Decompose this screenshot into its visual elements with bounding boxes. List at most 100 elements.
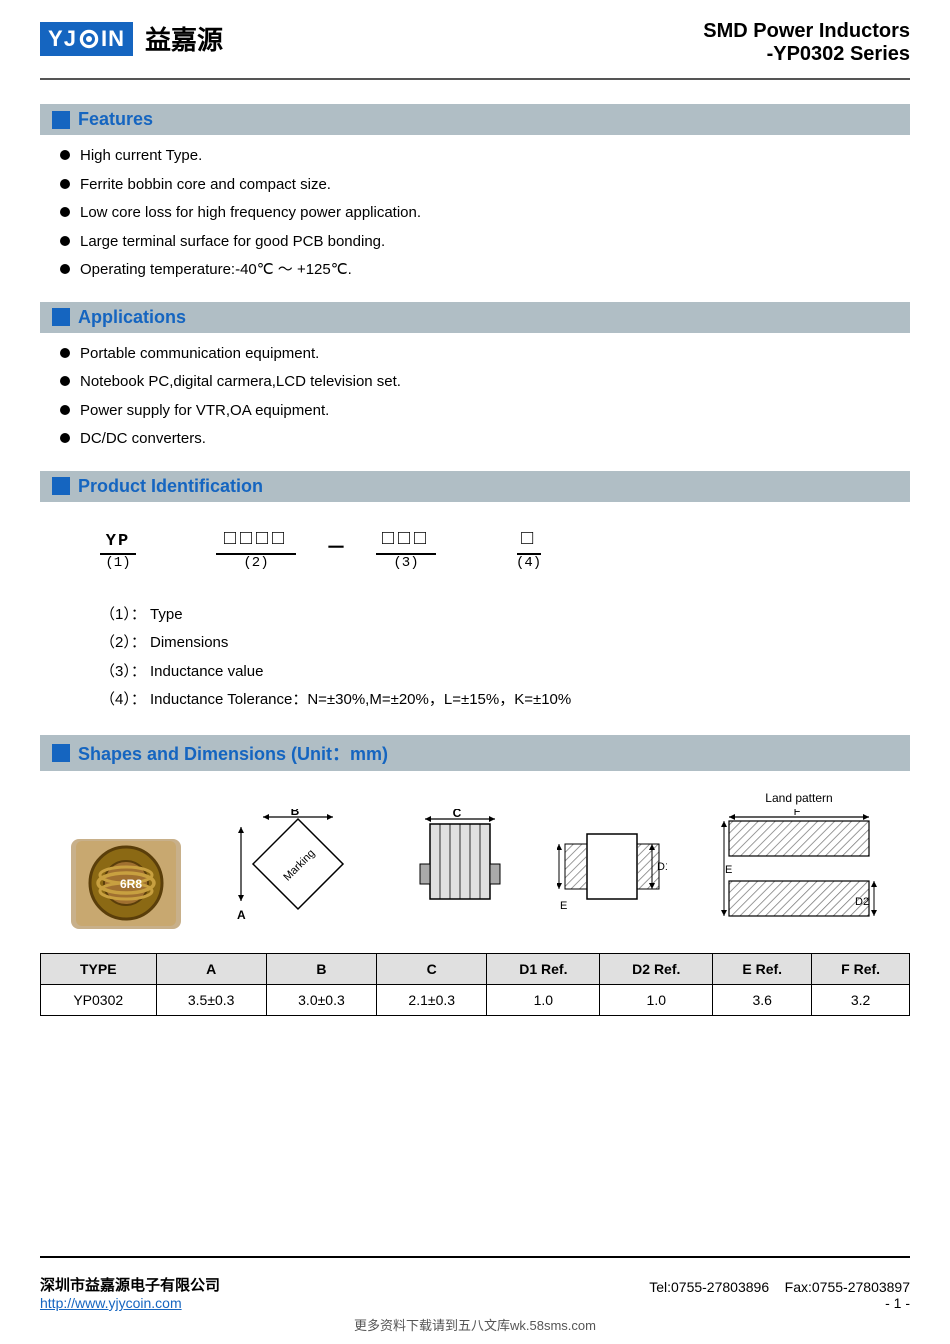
table-cell-d2: 1.0: [600, 984, 713, 1015]
footer-fax: Fax:0755-27803897: [785, 1279, 910, 1295]
svg-text:F: F: [794, 809, 801, 818]
table-header-b: B: [266, 953, 376, 984]
feature-item-1: High current Type.: [80, 145, 202, 168]
feature-item-2: Ferrite bobbin core and compact size.: [80, 174, 331, 197]
table-cell-c: 2.1±0.3: [377, 984, 487, 1015]
shapes-title: Shapes and Dimensions (Unit：mm): [78, 740, 388, 766]
website-link[interactable]: http://www.yjycoin.com: [40, 1295, 182, 1311]
svg-text:E: E: [725, 864, 732, 876]
bullet-dot: [60, 236, 70, 246]
pid-legend: （1）： Type （2）： Dimensions （3）： Inductanc…: [40, 591, 910, 725]
app-item-1: Portable communication equipment.: [80, 343, 319, 366]
header: Y J I N 益嘉源 SMD Power Inductors -YP0302 …: [40, 20, 910, 80]
footer-tel: Tel:0755-27803896: [649, 1279, 769, 1295]
logo-n: N: [108, 26, 125, 52]
product-id-section-header: Product Identification: [40, 471, 910, 502]
pid-legend-text-2: Dimensions: [150, 634, 228, 651]
table-cell-a: 3.5±0.3: [156, 984, 266, 1015]
app-item-2: Notebook PC,digital carmera,LCD televisi…: [80, 371, 401, 394]
pid-boxes-2: □□□□: [224, 528, 288, 551]
pid-legend-item-2: （2）： Dimensions: [100, 629, 850, 658]
pid-num-1: (1): [105, 555, 130, 571]
applications-title: Applications: [78, 307, 186, 328]
company-name: 深圳市益嘉源电子有限公司: [40, 1274, 220, 1295]
title-sub: -YP0302 Series: [703, 43, 910, 66]
features-blue-square: [52, 111, 70, 129]
bullet-dot: [60, 264, 70, 274]
title-main: SMD Power Inductors: [703, 20, 910, 43]
land-pattern-svg: F D2 E: [719, 809, 879, 929]
list-item: DC/DC converters.: [60, 428, 910, 451]
table-header-a: A: [156, 953, 266, 984]
table-header-f: F Ref.: [812, 953, 910, 984]
pid-item-1: YP (1): [100, 532, 136, 571]
applications-blue-square: [52, 308, 70, 326]
bullet-dot: [60, 179, 70, 189]
svg-text:A: A: [237, 908, 246, 922]
shapes-blue-square: [52, 744, 70, 762]
pid-box-4: □: [521, 528, 536, 551]
pid-num-3: (3): [393, 555, 418, 571]
shape-fig-4: D1 E: [557, 809, 667, 929]
svg-text:B: B: [291, 809, 300, 818]
logo-chinese: 益嘉源: [145, 20, 223, 57]
pid-item-3: □□□ (3): [376, 528, 436, 571]
bullet-dot: [60, 150, 70, 160]
svg-text:D1: D1: [657, 861, 667, 873]
features-title: Features: [78, 109, 153, 130]
applications-list: Portable communication equipment. Notebo…: [40, 343, 910, 461]
footer-right: Tel:0755-27803896 Fax:0755-27803897 - 1 …: [649, 1279, 910, 1311]
pid-boxes-3: □□□: [382, 528, 430, 551]
shape-fig-5: Land pattern F D: [719, 791, 879, 929]
app-item-3: Power supply for VTR,OA equipment.: [80, 400, 329, 423]
list-item: High current Type.: [60, 145, 910, 168]
pid-legend-text-4: Inductance Tolerance：N=±30%,M=±20%，L=±15…: [150, 691, 571, 708]
feature-item-3: Low core loss for high frequency power a…: [80, 202, 421, 225]
pid-legend-num-1: （1）：: [100, 606, 146, 623]
pid-legend-num-4: （4）：: [100, 691, 146, 708]
list-item: Operating temperature:-40℃ ～ +125℃.: [60, 259, 910, 282]
list-item: Low core loss for high frequency power a…: [60, 202, 910, 225]
feature-item-5: Operating temperature:-40℃ ～ +125℃.: [80, 259, 352, 282]
pid-yp-label: YP: [106, 532, 130, 551]
features-list: High current Type. Ferrite bobbin core a…: [40, 145, 910, 292]
bullet-dot: [60, 405, 70, 415]
pid-num-2: (2): [243, 555, 268, 571]
inductor-svg: 6R8: [76, 841, 176, 926]
table-cell-b: 3.0±0.3: [266, 984, 376, 1015]
dimensions-table: TYPE A B C D1 Ref. D2 Ref. E Ref. F Ref.…: [40, 953, 910, 1016]
app-item-4: DC/DC converters.: [80, 428, 206, 451]
title-right: SMD Power Inductors -YP0302 Series: [703, 20, 910, 66]
table-header-type: TYPE: [41, 953, 157, 984]
side-view-svg: C: [415, 809, 505, 929]
bullet-dot: [60, 433, 70, 443]
footer: 深圳市益嘉源电子有限公司 http://www.yjycoin.com Tel:…: [40, 1256, 910, 1311]
features-section-header: Features: [40, 104, 910, 135]
logo-area: Y J I N 益嘉源: [40, 20, 223, 57]
watermark: 更多资料下载请到五八文库wk.58sms.com: [40, 1311, 910, 1334]
bullet-dot: [60, 348, 70, 358]
list-item: Large terminal surface for good PCB bond…: [60, 231, 910, 254]
product-id-title: Product Identification: [78, 476, 263, 497]
pid-legend-num-2: （2）：: [100, 634, 146, 651]
list-item: Portable communication equipment.: [60, 343, 910, 366]
svg-text:Marking: Marking: [281, 847, 317, 883]
pid-item-4: □ (4): [516, 528, 541, 571]
list-item: Notebook PC,digital carmera,LCD televisi…: [60, 371, 910, 394]
pid-num-4: (4): [516, 555, 541, 571]
logo-box: Y J I N 益嘉源: [40, 20, 223, 57]
shape-fig-2: Marking B A: [233, 809, 363, 929]
list-item: Ferrite bobbin core and compact size.: [60, 174, 910, 197]
table-cell-f: 3.2: [812, 984, 910, 1015]
pid-legend-text-1: Type: [150, 606, 183, 623]
pid-legend-item-4: （4）： Inductance Tolerance：N=±30%,M=±20%，…: [100, 686, 850, 715]
table-header-c: C: [377, 953, 487, 984]
svg-text:D2: D2: [855, 896, 869, 908]
pid-item-2: □□□□ (2): [216, 528, 296, 571]
svg-text:6R8: 6R8: [120, 877, 142, 891]
shapes-diagrams: 6R8 Marking B A: [40, 781, 910, 939]
table-cell-e: 3.6: [713, 984, 812, 1015]
logo-y2: I: [101, 26, 108, 52]
footer-left: 深圳市益嘉源电子有限公司 http://www.yjycoin.com: [40, 1274, 220, 1311]
table-header-e: E Ref.: [713, 953, 812, 984]
